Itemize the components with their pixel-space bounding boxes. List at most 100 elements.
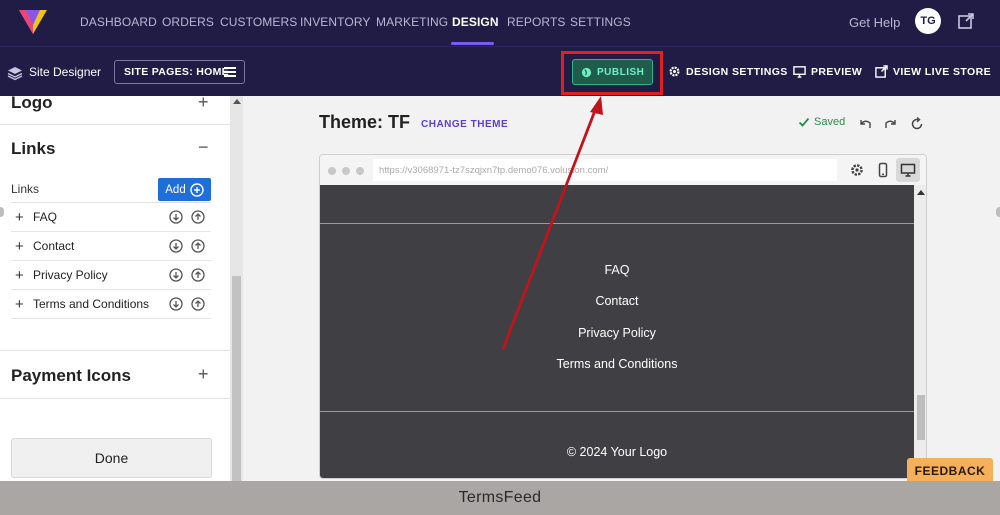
move-up-icon[interactable] — [191, 210, 205, 224]
window-dot — [328, 167, 336, 175]
panel-edge-handle — [996, 207, 1000, 217]
nav-design[interactable]: DESIGN — [452, 15, 499, 29]
url-bar: https://v3068971-tz7szqjxn7tp.demo076.vo… — [373, 159, 837, 181]
link-label: FAQ — [33, 210, 58, 224]
top-navigation: DASHBOARD ORDERS CUSTOMERS INVENTORY MAR… — [0, 0, 1000, 46]
publish-button[interactable]: PUBLISH — [572, 59, 653, 85]
scroll-up-arrow-icon[interactable] — [233, 99, 241, 104]
move-down-icon[interactable] — [169, 210, 183, 224]
move-up-icon[interactable] — [191, 297, 205, 311]
scrollbar-thumb[interactable] — [917, 395, 925, 440]
gear-icon[interactable] — [849, 162, 865, 178]
feedback-button[interactable]: FEEDBACK — [907, 458, 993, 483]
left-panel: Logo + Links − Links Add + FAQ + Contact… — [0, 96, 230, 481]
move-up-icon[interactable] — [191, 268, 205, 282]
link-item-faq[interactable]: + FAQ — [11, 203, 211, 232]
preview-browser-frame: https://v3068971-tz7szqjxn7tp.demo076.vo… — [319, 154, 927, 479]
site-pages-label: SITE PAGES: HOME — [124, 66, 229, 78]
nav-settings[interactable]: SETTINGS — [570, 15, 631, 29]
main-canvas: Theme: TF CHANGE THEME Saved https://v30… — [243, 96, 1000, 481]
move-down-icon[interactable] — [169, 239, 183, 253]
footer-divider — [320, 411, 914, 412]
link-label: Privacy Policy — [33, 268, 108, 282]
design-settings-label: DESIGN SETTINGS — [686, 65, 788, 78]
footer-link[interactable]: Contact — [320, 294, 914, 308]
move-down-icon[interactable] — [169, 297, 183, 311]
scroll-up-arrow-icon[interactable] — [917, 190, 925, 195]
collapse-minus-icon[interactable]: − — [198, 137, 209, 158]
change-theme-link[interactable]: CHANGE THEME — [421, 119, 508, 130]
designer-toolbar: Site Designer SITE PAGES: HOME PUBLISH D… — [0, 46, 1000, 96]
preview-scrollbar[interactable] — [914, 185, 926, 478]
avatar[interactable]: TG — [915, 8, 941, 34]
refresh-icon[interactable] — [909, 116, 925, 132]
link-item-privacy-policy[interactable]: + Privacy Policy — [11, 261, 211, 290]
link-label: Terms and Conditions — [33, 297, 150, 311]
saved-status: Saved — [798, 116, 845, 128]
nav-reports[interactable]: REPORTS — [507, 15, 566, 29]
site-footer-preview: FAQ Contact Privacy Policy Terms and Con… — [320, 185, 914, 478]
nav-inventory[interactable]: INVENTORY — [300, 15, 370, 29]
footer-link[interactable]: FAQ — [320, 263, 914, 277]
preview-label: PREVIEW — [811, 65, 863, 78]
move-down-icon[interactable] — [169, 268, 183, 282]
footer-link[interactable]: Terms and Conditions — [320, 357, 914, 371]
gear-icon — [669, 66, 680, 77]
volusion-logo-icon[interactable] — [17, 5, 49, 37]
divider — [0, 350, 230, 351]
plus-circle-icon — [190, 182, 204, 197]
history-controls — [857, 116, 925, 132]
design-settings-button[interactable]: DESIGN SETTINGS — [668, 65, 788, 78]
nav-marketing[interactable]: MARKETING — [376, 15, 448, 29]
redo-icon[interactable] — [883, 116, 899, 132]
footer-link[interactable]: Privacy Policy — [320, 326, 914, 340]
move-up-icon[interactable] — [191, 239, 205, 253]
link-item-contact[interactable]: + Contact — [11, 232, 211, 261]
nav-customers[interactable]: CUSTOMERS — [220, 15, 297, 29]
publish-label: PUBLISH — [597, 66, 645, 78]
nav-dashboard[interactable]: DASHBOARD — [80, 15, 157, 29]
active-tab-indicator — [451, 42, 494, 45]
add-label: Add — [165, 183, 186, 196]
add-link-button[interactable]: Add — [158, 178, 211, 201]
copyright-text: © 2024 Your Logo — [566, 445, 668, 459]
links-section-title[interactable]: Links — [11, 139, 55, 159]
link-item-terms[interactable]: + Terms and Conditions — [11, 290, 211, 319]
browser-toolbar: https://v3068971-tz7szqjxn7tp.demo076.vo… — [320, 155, 926, 185]
window-dot — [342, 167, 350, 175]
divider — [0, 124, 230, 125]
mobile-icon[interactable] — [875, 162, 891, 178]
layers-icon — [7, 67, 23, 81]
globe-icon — [581, 67, 592, 77]
watermark-text: TermsFeed — [458, 489, 542, 506]
expand-plus-icon[interactable]: + — [198, 364, 209, 385]
expand-plus-icon[interactable]: + — [11, 267, 33, 284]
logo-section-title[interactable]: Logo — [11, 96, 53, 113]
expand-plus-icon[interactable]: + — [11, 296, 33, 313]
scrollbar-thumb[interactable] — [232, 276, 241, 481]
menu-icon — [224, 67, 236, 77]
site-pages-dropdown[interactable]: SITE PAGES: HOME — [114, 60, 245, 84]
done-button[interactable]: Done — [11, 438, 212, 478]
external-link-icon — [875, 65, 888, 78]
links-label: Links — [11, 182, 40, 196]
view-live-store-button[interactable]: VIEW LIVE STORE — [875, 65, 991, 78]
footer-divider — [320, 223, 914, 224]
saved-label: Saved — [814, 116, 846, 128]
checkmark-icon — [798, 117, 810, 127]
preview-button[interactable]: PREVIEW — [793, 65, 862, 78]
nav-orders[interactable]: ORDERS — [162, 15, 214, 29]
get-help-link[interactable]: Get Help — [849, 15, 900, 30]
expand-plus-icon[interactable]: + — [11, 209, 33, 226]
site-designer-label: Site Designer — [29, 65, 102, 79]
payment-icons-section-title[interactable]: Payment Icons — [11, 366, 131, 386]
undo-icon[interactable] — [857, 116, 873, 132]
monitor-icon — [793, 66, 806, 78]
expand-plus-icon[interactable]: + — [198, 96, 209, 113]
external-link-icon[interactable] — [957, 12, 975, 30]
expand-plus-icon[interactable]: + — [11, 238, 33, 255]
window-dot — [356, 167, 364, 175]
divider — [0, 398, 230, 399]
left-panel-scrollbar[interactable] — [230, 96, 243, 481]
desktop-icon — [900, 163, 916, 177]
